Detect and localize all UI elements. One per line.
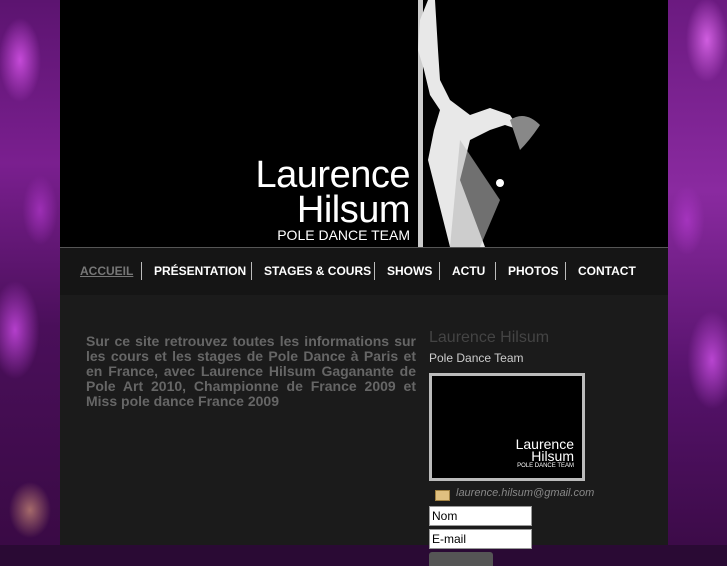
content-area: Sur ce site retrouvez toutes les informa… xyxy=(60,295,668,566)
nav-item-photos[interactable]: PHOTOS xyxy=(495,262,570,280)
left-floral-background xyxy=(0,0,60,545)
sidebar-subtitle: Pole Dance Team xyxy=(429,351,524,365)
nav-item-accueil[interactable]: ACCUEIL xyxy=(68,262,145,280)
main-nav: ACCUEIL PRÉSENTATION STAGES & COURS SHOW… xyxy=(60,247,668,296)
site-logo[interactable]: Laurence Hilsum POLE DANCE TEAM xyxy=(190,154,411,243)
logo-tagline: POLE DANCE TEAM xyxy=(277,227,410,243)
nav-item-shows[interactable]: SHOWS xyxy=(374,262,444,280)
sidebar: Laurence Hilsum Pole Dance Team Laurence… xyxy=(429,329,649,566)
nav-item-presentation[interactable]: PRÉSENTATION xyxy=(141,262,258,280)
pole-dancer-illustration xyxy=(418,0,540,247)
name-field[interactable] xyxy=(429,506,532,526)
sidebar-title: Laurence Hilsum xyxy=(429,329,550,346)
header-banner: Laurence Hilsum POLE DANCE TEAM xyxy=(60,0,668,247)
right-floral-background xyxy=(667,0,727,545)
page-container: Laurence Hilsum POLE DANCE TEAM ACCUEIL … xyxy=(60,0,668,566)
sidebar-logo-image: Laurence Hilsum POLE DANCE TEAM xyxy=(429,373,585,481)
intro-text: Sur ce site retrouvez toutes les informa… xyxy=(86,333,416,409)
logo-line1: Laurence xyxy=(255,154,411,196)
logo-line2: Hilsum xyxy=(296,189,411,231)
submit-button[interactable] xyxy=(429,552,493,566)
envelope-icon xyxy=(435,490,450,501)
nav-item-actu[interactable]: ACTU xyxy=(439,262,497,280)
nav-item-stages-cours[interactable]: STAGES & COURS xyxy=(251,262,383,280)
email-link[interactable]: laurence.hilsum@gmail.com xyxy=(456,487,594,499)
nav-item-contact[interactable]: CONTACT xyxy=(565,262,648,280)
sidebar-logo-tagline: POLE DANCE TEAM xyxy=(517,463,574,469)
email-field[interactable] xyxy=(429,529,532,549)
email-row: laurence.hilsum@gmail.com xyxy=(429,487,649,503)
